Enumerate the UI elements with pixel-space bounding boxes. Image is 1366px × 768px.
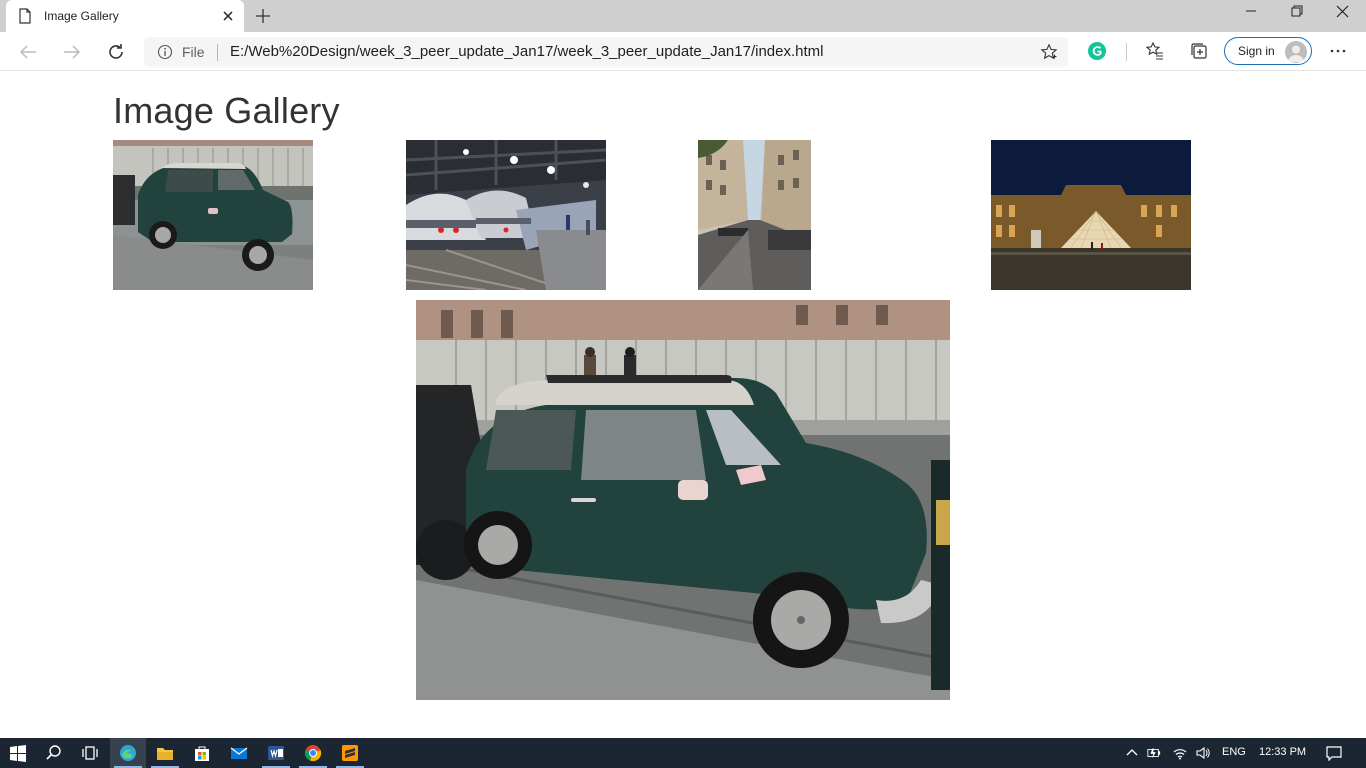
url-text[interactable]: E:/Web%20Design/week_3_peer_update_Jan17… — [230, 43, 824, 60]
close-icon — [1336, 5, 1349, 18]
grammarly-icon[interactable] — [1087, 41, 1107, 61]
forward-arrow-icon[interactable] — [60, 40, 84, 64]
chrome-icon — [304, 745, 322, 762]
mini-car-main-image — [416, 300, 950, 700]
taskbar-chrome[interactable] — [295, 738, 331, 768]
sign-in-label: Sign in — [1238, 44, 1275, 58]
browser-toolbar: File E:/Web%20Design/week_3_peer_update_… — [0, 32, 1366, 71]
main-image-mini-car — [416, 300, 950, 700]
sign-in-button[interactable]: Sign in — [1224, 37, 1312, 65]
restore-button[interactable] — [1274, 0, 1320, 32]
battery-icon[interactable] — [1147, 746, 1161, 760]
task-view-icon — [82, 746, 98, 760]
sublime-icon — [342, 745, 358, 761]
task-view-button[interactable] — [72, 738, 108, 768]
new-tab-icon[interactable] — [253, 6, 273, 26]
taskbar-store[interactable] — [184, 738, 220, 768]
close-tab-icon[interactable] — [220, 8, 236, 24]
notifications-icon[interactable] — [1326, 745, 1342, 761]
mail-icon — [230, 747, 248, 759]
paris-street-thumb-image — [698, 140, 811, 290]
taskbar-file-explorer[interactable] — [147, 738, 183, 768]
taskbar-edge[interactable] — [110, 738, 146, 768]
thumbnail-train-station[interactable] — [406, 140, 606, 290]
clock[interactable]: 12:33 PM — [1259, 746, 1306, 758]
minimize-button[interactable] — [1228, 0, 1274, 32]
taskbar: ENG 12:33 PM — [0, 738, 1366, 768]
file-explorer-icon — [157, 748, 173, 760]
start-icon — [10, 745, 26, 762]
start-button[interactable] — [0, 738, 36, 768]
favorites-icon[interactable] — [1145, 41, 1165, 61]
toolbar-divider — [1126, 43, 1127, 61]
more-menu-icon[interactable] — [1328, 41, 1348, 61]
search-icon — [46, 745, 61, 760]
store-icon — [195, 746, 209, 761]
restore-icon — [1291, 5, 1303, 17]
page-title: Image Gallery — [113, 90, 340, 131]
title-bar: Image Gallery — [0, 0, 1366, 32]
info-icon[interactable] — [157, 44, 173, 60]
reload-icon[interactable] — [104, 40, 128, 64]
taskbar-mail[interactable] — [221, 738, 257, 768]
train-station-thumb-image — [406, 140, 606, 290]
edge-icon — [120, 745, 136, 761]
favorite-star-icon[interactable] — [1040, 43, 1058, 61]
chevron-up-icon[interactable] — [1125, 746, 1139, 760]
user-icon — [1288, 45, 1304, 62]
tab-image-gallery[interactable]: Image Gallery — [6, 0, 244, 32]
louvre-pyramid-thumb-image — [991, 140, 1191, 290]
divider — [217, 44, 218, 61]
taskbar-word[interactable] — [258, 738, 294, 768]
file-label: File — [182, 44, 205, 60]
minimize-icon — [1246, 10, 1256, 12]
wifi-icon[interactable] — [1173, 746, 1187, 760]
tab-title: Image Gallery — [44, 9, 119, 23]
address-bar[interactable]: File E:/Web%20Design/week_3_peer_update_… — [144, 37, 1068, 67]
thumbnail-mini-car[interactable] — [113, 140, 313, 290]
volume-icon[interactable] — [1196, 746, 1210, 760]
page-icon — [19, 8, 31, 24]
close-window-button[interactable] — [1320, 0, 1366, 32]
back-arrow-icon[interactable] — [16, 40, 40, 64]
mini-car-thumb-image — [113, 140, 313, 290]
taskbar-sublime[interactable] — [332, 738, 368, 768]
thumbnail-louvre-pyramid[interactable] — [991, 140, 1191, 290]
language-indicator[interactable]: ENG — [1222, 746, 1246, 758]
collections-icon[interactable] — [1189, 41, 1209, 61]
avatar — [1285, 41, 1307, 63]
thumbnail-paris-street[interactable] — [698, 140, 811, 290]
word-icon — [268, 746, 284, 760]
search-button[interactable] — [36, 738, 72, 768]
